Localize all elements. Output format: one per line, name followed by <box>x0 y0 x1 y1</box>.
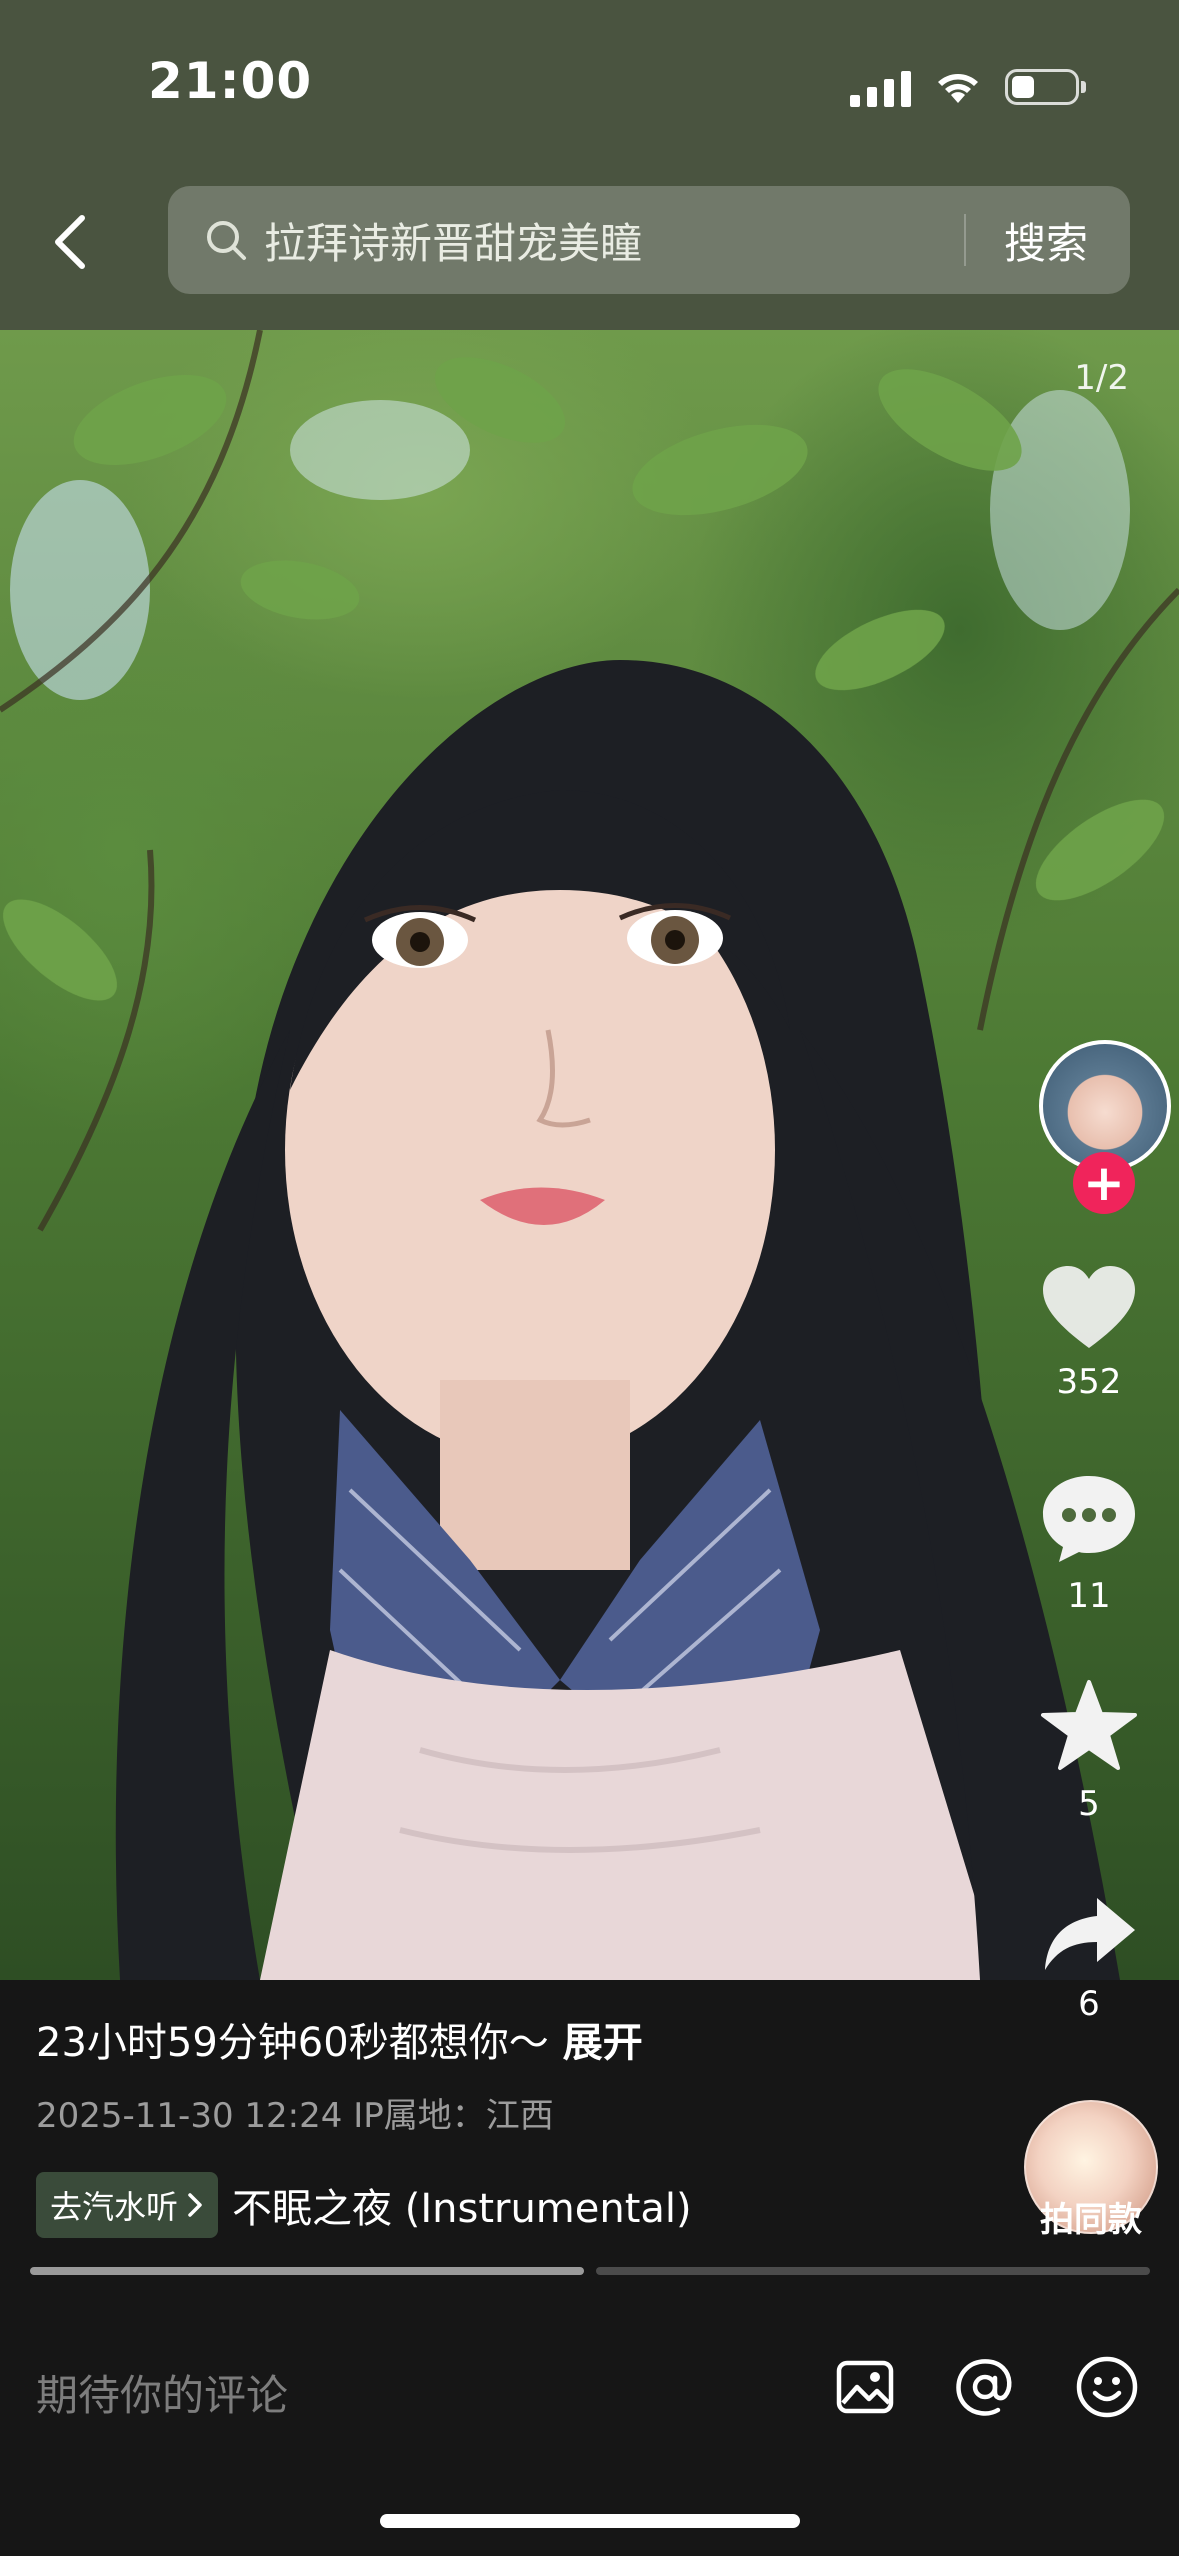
expand-button[interactable]: 展开 <box>563 2020 643 2066</box>
share-arrow-icon <box>1045 1898 1135 1970</box>
heart-icon <box>1043 1266 1135 1348</box>
comment-input[interactable]: 期待你的评论 <box>36 2362 288 2423</box>
status-time: 21:00 <box>148 52 313 110</box>
music-badge-label: 去汽水听 <box>50 2188 179 2226</box>
follow-button[interactable]: + <box>1073 1152 1135 1214</box>
cellular-signal-icon <box>850 67 911 107</box>
post-meta: 2025-11-30 12:24 IP属地：江西 <box>36 2096 554 2136</box>
image-button[interactable] <box>830 2352 900 2422</box>
at-sign-icon <box>956 2359 1012 2416</box>
music-title[interactable]: 不眠之夜 (Instrumental) <box>232 2176 692 2234</box>
screen: 21:00 拉拜诗新晋甜宠美瞳 搜索 1/2 23小时59分钟60秒都想你～ 展… <box>0 0 1179 2556</box>
home-indicator[interactable] <box>380 2514 800 2528</box>
favorite-button[interactable]: 5 <box>1019 1678 1159 1824</box>
search-query[interactable]: 拉拜诗新晋甜宠美瞳 <box>264 210 642 271</box>
comment-button[interactable]: 11 <box>1019 1470 1159 1616</box>
wifi-icon <box>938 74 978 103</box>
progress-segment <box>30 2267 584 2275</box>
back-button[interactable] <box>40 200 100 284</box>
image-icon <box>836 2360 894 2414</box>
same-style-button[interactable]: 拍同款 <box>1023 2100 1159 2241</box>
like-button[interactable]: 352 <box>1019 1262 1159 1402</box>
like-count: 352 <box>1056 1362 1122 1402</box>
page-progress <box>30 2267 1150 2275</box>
mention-button[interactable] <box>950 2352 1020 2422</box>
share-button[interactable]: 6 <box>1019 1894 1159 2024</box>
author-avatar[interactable]: + <box>1039 1040 1179 1214</box>
post-caption[interactable]: 23小时59分钟60秒都想你～ 展开 <box>36 2010 643 2068</box>
search-icon <box>204 218 248 262</box>
share-count: 6 <box>1078 1984 1100 2024</box>
search-divider <box>964 214 966 266</box>
favorite-count: 5 <box>1078 1784 1100 1824</box>
star-icon <box>1041 1680 1137 1770</box>
comment-count: 11 <box>1067 1576 1111 1616</box>
smiley-icon <box>1076 2356 1138 2418</box>
music-row: 去汽水听 不眠之夜 (Instrumental) <box>36 2172 692 2238</box>
search-bar[interactable]: 拉拜诗新晋甜宠美瞳 搜索 <box>168 186 1130 294</box>
comment-icon <box>1043 1476 1135 1562</box>
caption-text: 23小时59分钟60秒都想你～ <box>36 2020 549 2066</box>
chevron-right-icon <box>188 2193 202 2217</box>
action-column: + 352 11 5 6 拍同款 <box>999 0 1179 2556</box>
emoji-button[interactable] <box>1072 2352 1142 2422</box>
open-music-app-button[interactable]: 去汽水听 <box>36 2172 219 2238</box>
same-style-label: 拍同款 <box>1040 2200 1142 2240</box>
chevron-left-icon <box>55 215 85 269</box>
